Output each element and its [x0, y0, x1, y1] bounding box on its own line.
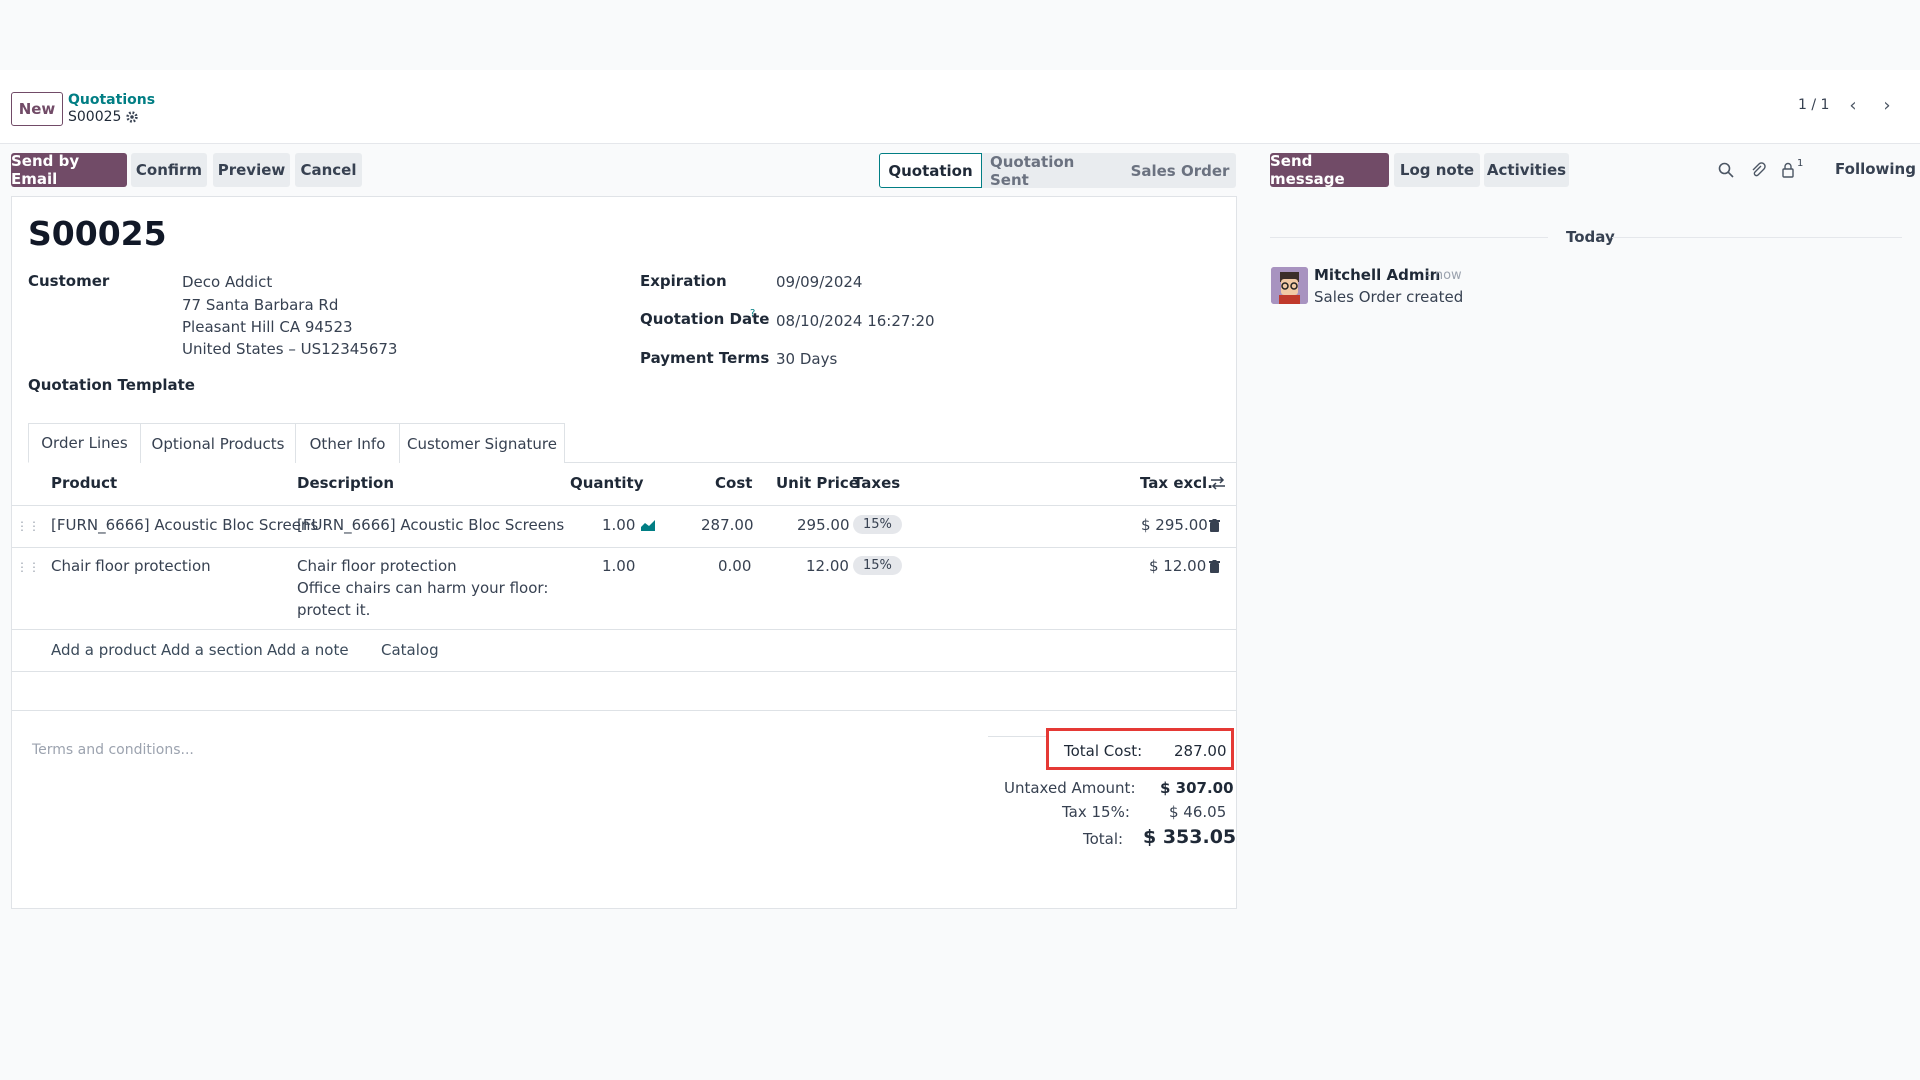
row1-subtotal: $ 295.00 — [1141, 516, 1208, 534]
row2-quantity[interactable]: 1.00 — [602, 557, 635, 575]
row2-description-extra: Office chairs can harm your floor: — [297, 579, 549, 597]
col-cost[interactable]: Cost — [715, 474, 752, 492]
forecast-chart-icon[interactable] — [639, 517, 657, 533]
tab-other-info[interactable]: Other Info — [295, 423, 400, 463]
add-section-link[interactable]: Add a section — [161, 641, 263, 659]
drag-handle-icon[interactable]: ⋮⋮ — [16, 517, 40, 535]
total-cost-label: Total Cost: — [1064, 742, 1143, 760]
total-value: $ 353.05 — [1143, 826, 1237, 848]
table-bottom-divider — [12, 710, 1236, 711]
date-separator: Today — [1566, 228, 1615, 246]
tab-optional-products[interactable]: Optional Products — [140, 423, 296, 463]
drag-handle-icon[interactable]: ⋮⋮ — [16, 558, 40, 576]
tab-customer-signature[interactable]: Customer Signature — [399, 423, 565, 463]
customer-name[interactable]: Deco Addict — [182, 273, 272, 291]
tax-label: Tax 15%: — [1062, 803, 1130, 821]
quotation-date-field[interactable]: 08/10/2024 16:27:20 — [776, 312, 935, 330]
row1-tax-badge[interactable]: 15% — [853, 515, 902, 534]
quotation-date-help[interactable]: ? — [750, 308, 755, 319]
catalog-link[interactable]: Catalog — [381, 641, 439, 659]
following-button[interactable]: Following — [1835, 160, 1916, 178]
new-button[interactable]: New — [11, 92, 63, 126]
expiration-label: Expiration — [640, 272, 727, 290]
avatar — [1271, 267, 1308, 304]
chatter-divider-right — [1612, 237, 1902, 238]
message-time: - now — [1426, 268, 1462, 283]
customer-address-line1: 77 Santa Barbara Rd — [182, 296, 339, 314]
payment-terms-label: Payment Terms — [640, 349, 770, 367]
add-product-link[interactable]: Add a product — [51, 641, 156, 659]
preview-button[interactable]: Preview — [213, 153, 290, 187]
col-description[interactable]: Description — [297, 474, 394, 492]
stage-sales-order[interactable]: Sales Order — [1126, 153, 1234, 188]
untaxed-amount-value: $ 307.00 — [1160, 779, 1234, 797]
followers-count: 1 — [1797, 158, 1804, 169]
total-label: Total: — [1083, 830, 1124, 848]
confirm-button[interactable]: Confirm — [131, 153, 207, 187]
message-author[interactable]: Mitchell Admin — [1314, 266, 1440, 284]
row2-tax-badge[interactable]: 15% — [853, 556, 902, 575]
paperclip-icon[interactable] — [1748, 160, 1768, 180]
expiration-field[interactable]: 09/09/2024 — [776, 273, 862, 291]
row-divider — [12, 629, 1236, 630]
control-panel — [0, 70, 1920, 144]
row2-description[interactable]: Chair floor protection — [297, 557, 457, 575]
pager-next-icon[interactable]: › — [1876, 94, 1898, 116]
pager-previous-icon[interactable]: ‹ — [1842, 94, 1864, 116]
activities-button[interactable]: Activities — [1484, 153, 1569, 187]
row2-description-extra2: protect it. — [297, 601, 371, 619]
row2-product[interactable]: Chair floor protection — [51, 557, 211, 575]
tax-value: $ 46.05 — [1169, 803, 1227, 821]
row2-unit-price[interactable]: 12.00 — [806, 557, 849, 575]
untaxed-amount-label: Untaxed Amount: — [1004, 779, 1136, 797]
col-tax-excl[interactable]: Tax excl. — [1140, 474, 1213, 492]
customer-address-line3: United States – US12345673 — [182, 340, 398, 358]
row1-unit-price[interactable]: 295.00 — [797, 516, 850, 534]
customer-address-line2: Pleasant Hill CA 94523 — [182, 318, 353, 336]
breadcrumb-quotations[interactable]: Quotations — [68, 92, 155, 108]
breadcrumb-record: S00025 — [68, 109, 122, 125]
payment-terms-field[interactable]: 30 Days — [776, 350, 837, 368]
followers-icon[interactable] — [1778, 160, 1798, 180]
quotation-template-label: Quotation Template — [28, 376, 195, 394]
delete-icon[interactable] — [1206, 557, 1222, 575]
delete-icon[interactable] — [1206, 516, 1222, 534]
tab-order-lines[interactable]: Order Lines — [28, 423, 141, 463]
search-icon[interactable] — [1716, 160, 1736, 180]
col-quantity[interactable]: Quantity — [570, 474, 644, 492]
row2-cost[interactable]: 0.00 — [718, 557, 751, 575]
gear-icon[interactable] — [124, 109, 140, 125]
totals-divider — [988, 736, 1048, 737]
cancel-button[interactable]: Cancel — [295, 153, 362, 187]
stage-quotation[interactable]: Quotation — [879, 153, 982, 188]
row1-cost[interactable]: 287.00 — [701, 516, 754, 534]
send-message-button[interactable]: Send message — [1270, 152, 1389, 188]
col-taxes[interactable]: Taxes — [853, 474, 900, 492]
page-title: S00025 — [28, 214, 167, 253]
row1-product[interactable]: [FURN_6666] Acoustic Bloc Screens — [51, 516, 318, 534]
row1-quantity[interactable]: 1.00 — [602, 516, 635, 534]
row2-subtotal: $ 12.00 — [1149, 557, 1207, 575]
col-product[interactable]: Product — [51, 474, 117, 492]
row1-description[interactable]: [FURN_6666] Acoustic Bloc Screens — [297, 516, 564, 534]
log-note-button[interactable]: Log note — [1394, 153, 1480, 187]
col-unit-price[interactable]: Unit Price — [776, 474, 859, 492]
terms-input[interactable]: Terms and conditions... — [32, 742, 194, 758]
add-note-link[interactable]: Add a note — [267, 641, 349, 659]
total-cost-value: 287.00 — [1174, 742, 1227, 760]
customer-label: Customer — [28, 272, 110, 290]
chatter-divider-left — [1270, 237, 1548, 238]
message-body: Sales Order created — [1314, 288, 1464, 306]
send-by-email-button[interactable]: Send by Email — [11, 152, 127, 188]
table-footer-divider — [12, 671, 1236, 672]
optional-columns-icon[interactable] — [1208, 474, 1228, 492]
pager-value[interactable]: 1 / 1 — [1798, 97, 1829, 113]
stage-quotation-sent[interactable]: Quotation Sent — [990, 153, 1118, 189]
